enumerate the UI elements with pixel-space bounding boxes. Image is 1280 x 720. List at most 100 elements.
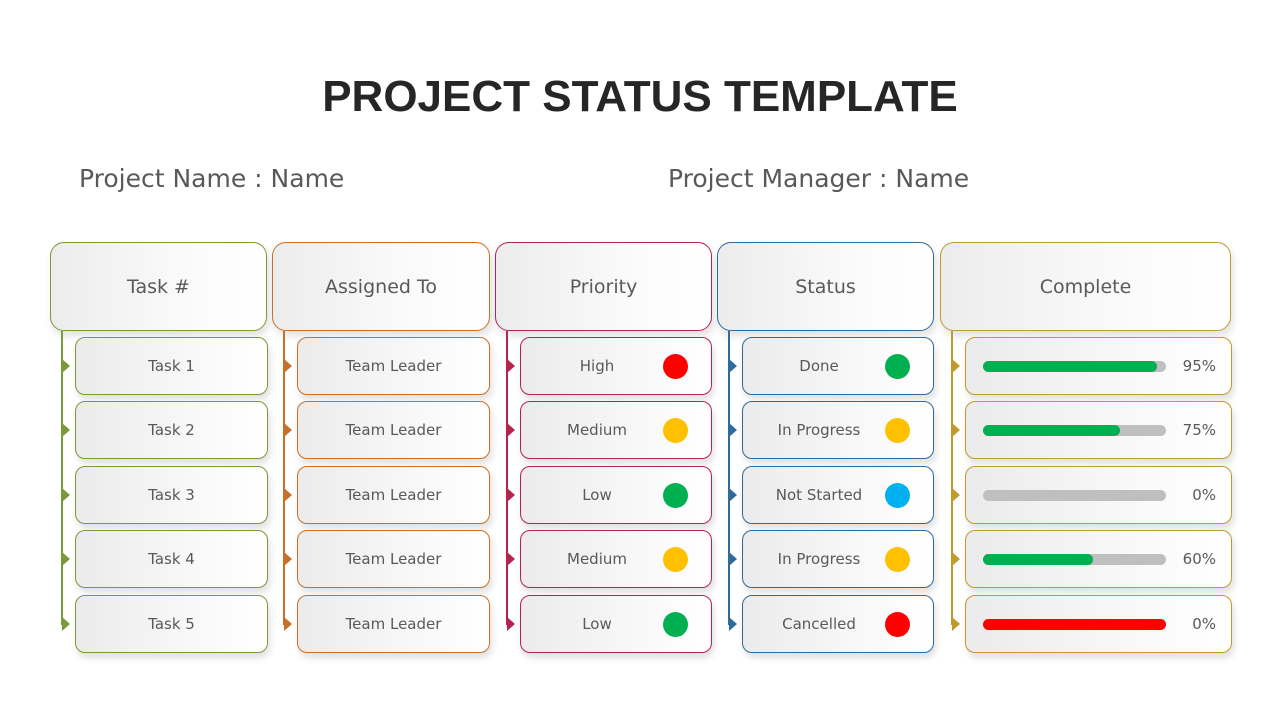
status-cell: Cancelled [742,595,934,653]
progress-bar-fill [983,360,1157,372]
status-label: Cancelled [782,615,856,633]
task-column-connector [61,331,63,625]
page-title: PROJECT STATUS TEMPLATE [322,72,958,121]
task-cell: Task 3 [75,466,268,524]
progress-percent: 0% [1192,615,1216,633]
status-indicator-dot [885,482,910,508]
complete-column-header: Complete [940,242,1231,331]
assigned-column-header: Assigned To [272,242,490,331]
task-row-arrow-icon [62,488,70,502]
status-indicator-dot [885,546,910,572]
status-column-header: Status [717,242,934,331]
priority-indicator-dot [663,546,688,572]
assigned-row-arrow-icon [284,488,292,502]
priority-indicator-dot [663,482,688,508]
priority-indicator-dot [663,611,688,637]
priority-cell: Medium [520,530,712,588]
status-row-arrow-icon [729,488,737,502]
complete-cell: 0% [965,466,1232,524]
progress-percent: 60% [1182,550,1216,568]
progress-bar [983,553,1166,565]
assigned-row-arrow-icon [284,617,292,631]
priority-label: Medium [567,421,627,439]
complete-row-arrow-icon [952,423,960,437]
progress-percent: 0% [1192,486,1216,504]
complete-cell: 60% [965,530,1232,588]
priority-row-arrow-icon [507,359,515,373]
progress-percent: 75% [1182,421,1216,439]
priority-label: Low [582,615,612,633]
project-name-label: Project Name : Name [79,164,345,193]
priority-cell: Low [520,466,712,524]
task-cell: Task 5 [75,595,268,653]
task-row-arrow-icon [62,552,70,566]
priority-cell: High [520,337,712,395]
assigned-cell: Team Leader [297,595,490,653]
priority-column-header: Priority [495,242,712,331]
progress-bar [983,424,1166,436]
status-cell: In Progress [742,401,934,459]
complete-cell: 0% [965,595,1232,653]
assigned-cell: Team Leader [297,466,490,524]
task-row-arrow-icon [62,423,70,437]
priority-cell: Medium [520,401,712,459]
assignee: Team Leader [345,550,442,568]
priority-row-arrow-icon [507,617,515,631]
assigned-cell: Team Leader [297,530,490,588]
status-label: Not Started [775,486,863,504]
priority-indicator-dot [663,417,688,443]
status-label: Done [799,357,839,375]
priority-row-arrow-icon [507,552,515,566]
status-column-connector [728,331,730,625]
task-name: Task 3 [148,486,195,504]
assigned-row-arrow-icon [284,359,292,373]
progress-bar [983,360,1166,372]
priority-column-connector [506,331,508,625]
progress-bar-fill [983,553,1093,565]
assigned-cell: Team Leader [297,337,490,395]
complete-row-arrow-icon [952,488,960,502]
assignee: Team Leader [345,615,442,633]
progress-bar [983,618,1166,630]
complete-row-arrow-icon [952,359,960,373]
priority-indicator-dot [663,353,688,379]
priority-label: Low [582,486,612,504]
assigned-cell: Team Leader [297,401,490,459]
assignee: Team Leader [345,486,442,504]
priority-label: High [579,357,615,375]
status-indicator-dot [885,611,910,637]
complete-cell: 75% [965,401,1232,459]
status-label: In Progress [777,550,861,568]
priority-label: Medium [567,550,627,568]
task-column-header: Task # [50,242,267,331]
assigned-column-connector [283,331,285,625]
status-indicator-dot [885,353,910,379]
complete-cell: 95% [965,337,1232,395]
progress-bar [983,489,1166,501]
status-label: In Progress [777,421,861,439]
task-name: Task 5 [148,615,195,633]
complete-column-connector [951,331,953,625]
task-name: Task 1 [148,357,195,375]
task-name: Task 4 [148,550,195,568]
status-indicator-dot [885,417,910,443]
complete-row-arrow-icon [952,552,960,566]
priority-row-arrow-icon [507,423,515,437]
priority-row-arrow-icon [507,488,515,502]
progress-bar-fill [983,424,1121,436]
progress-bar-fill [983,618,1166,630]
assignee: Team Leader [345,421,442,439]
status-row-arrow-icon [729,423,737,437]
task-cell: Task 1 [75,337,268,395]
status-cell: In Progress [742,530,934,588]
status-row-arrow-icon [729,617,737,631]
assigned-row-arrow-icon [284,423,292,437]
task-row-arrow-icon [62,617,70,631]
progress-percent: 95% [1182,357,1216,375]
assignee: Team Leader [345,357,442,375]
status-cell: Not Started [742,466,934,524]
priority-cell: Low [520,595,712,653]
complete-row-arrow-icon [952,617,960,631]
task-name: Task 2 [148,421,195,439]
task-cell: Task 4 [75,530,268,588]
